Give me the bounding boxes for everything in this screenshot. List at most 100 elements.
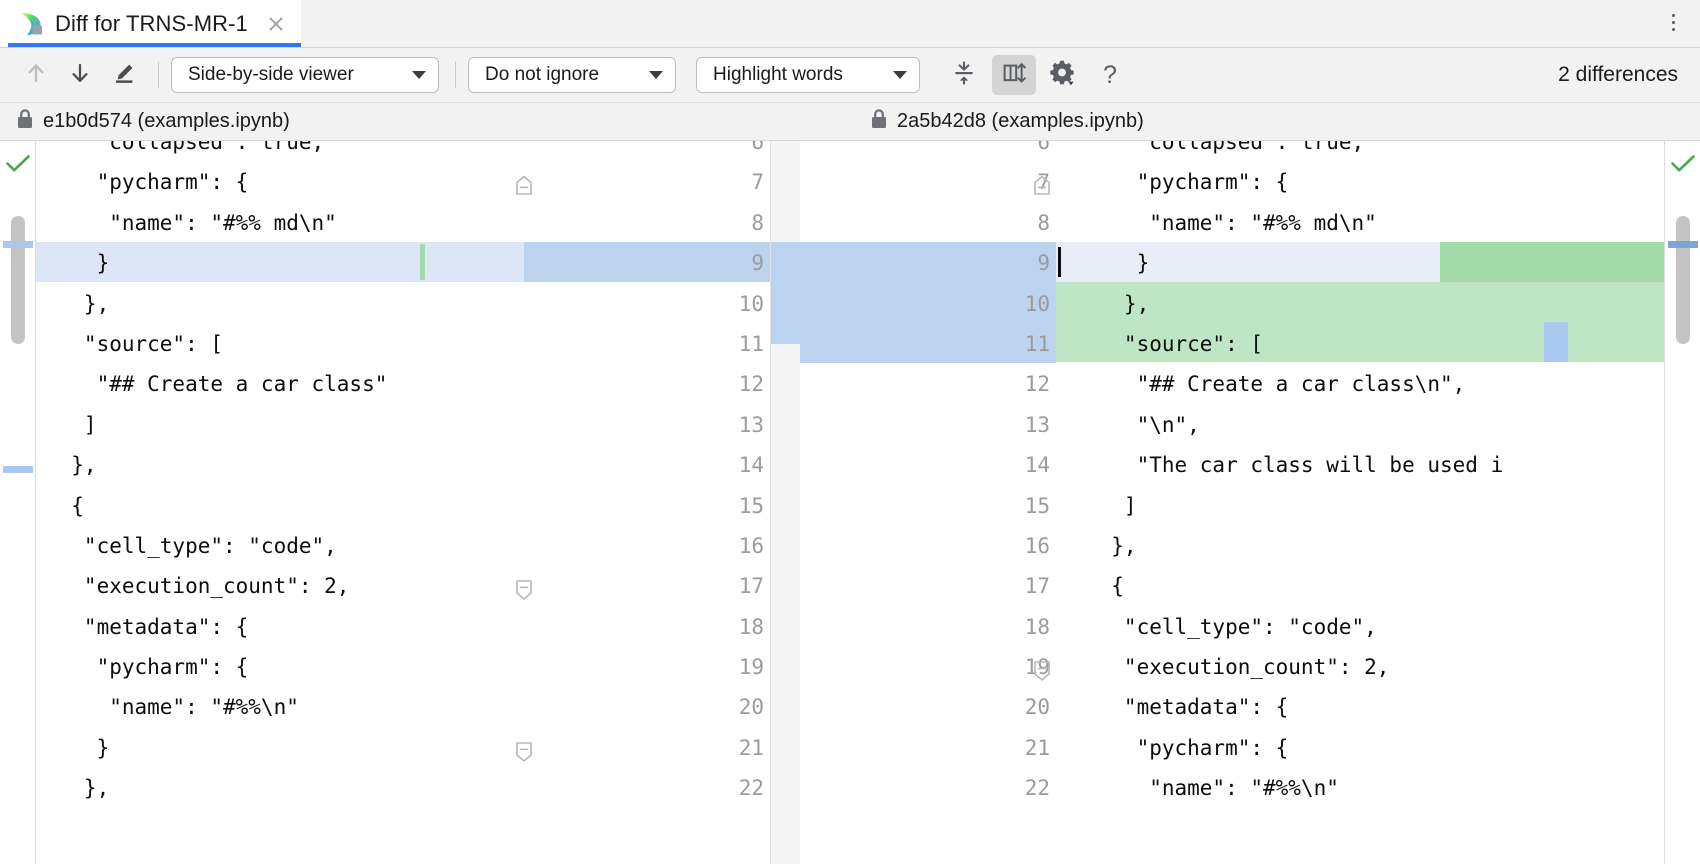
close-icon[interactable] xyxy=(265,13,287,35)
scrollbar-thumb-right[interactable] xyxy=(1676,216,1690,344)
code-line[interactable]: },10 xyxy=(0,284,800,324)
line-number: 21 xyxy=(704,728,764,768)
tab-title: Diff for TRNS-MR-1 xyxy=(55,11,248,37)
line-number: 7 xyxy=(704,162,764,202)
diff-pane-right[interactable]: "collapsed": true,6 "pycharm": {7 "name"… xyxy=(800,141,1700,864)
diff-body: "collapsed": true,6 "pycharm": { 7 "name"… xyxy=(0,141,1700,864)
code-line[interactable]: },14 xyxy=(0,445,800,485)
line-number: 10 xyxy=(704,284,764,324)
fold-collapse-top-icon[interactable] xyxy=(1032,174,1050,194)
chevron-down-icon xyxy=(649,71,663,79)
word-diff-insert-marker-left xyxy=(420,244,425,280)
diff-pane-left[interactable]: "collapsed": true,6 "pycharm": { 7 "name"… xyxy=(0,141,800,864)
code-line-added[interactable]: "\n",13 xyxy=(800,405,1700,445)
tab-bar: Diff for TRNS-MR-1 xyxy=(0,0,1700,48)
code-line[interactable]: },10 xyxy=(800,284,1700,324)
code-text: }, xyxy=(1086,526,1137,566)
code-line[interactable]: {17 xyxy=(800,566,1700,606)
fold-region-icon[interactable] xyxy=(514,579,532,599)
code-line[interactable]: "name": "#%%\n"20 xyxy=(0,687,800,727)
code-text: "pycharm": { xyxy=(46,162,248,202)
help-button[interactable]: ? xyxy=(1088,55,1132,95)
line-number: 16 xyxy=(990,526,1050,566)
collapse-unchanged-button[interactable] xyxy=(942,55,986,95)
code-line[interactable]: "cell_type": "code",18 xyxy=(800,607,1700,647)
code-text: "metadata": { xyxy=(1086,687,1288,727)
diff-marker-left-secondary[interactable] xyxy=(3,466,33,473)
synchronize-scrolling-button[interactable] xyxy=(992,55,1036,95)
code-line[interactable]: "metadata": { 18 xyxy=(0,607,800,647)
highlight-policy-dropdown[interactable]: Highlight words xyxy=(696,57,920,93)
toolbar-separator xyxy=(158,62,159,88)
code-line[interactable]: {15 xyxy=(0,486,800,526)
collapse-unchanged-fragments-icon xyxy=(950,59,978,92)
code-line[interactable]: ]13 xyxy=(0,405,800,445)
code-line[interactable]: "pycharm": {21 xyxy=(800,728,1700,768)
viewer-mode-dropdown[interactable]: Side-by-side viewer xyxy=(171,57,439,93)
code-line[interactable]: "source": [11 xyxy=(800,324,1700,364)
code-line[interactable]: "pycharm": {7 xyxy=(800,162,1700,202)
code-line[interactable]: "pycharm": { 19 xyxy=(0,647,800,687)
file-header-right-label: 2a5b42d8 (examples.ipynb) xyxy=(897,110,1144,133)
diff-gutter-left[interactable] xyxy=(0,141,36,864)
code-line[interactable]: "name": "#%% md\n"8 xyxy=(800,203,1700,243)
fold-collapse-top-icon[interactable] xyxy=(514,174,532,194)
code-line[interactable]: }9 xyxy=(0,243,800,283)
code-line[interactable]: },22 xyxy=(0,768,800,808)
file-header-left: e1b0d574 (examples.ipynb) xyxy=(0,103,850,140)
code-line[interactable]: }21 xyxy=(0,728,800,768)
fold-region-icon[interactable] xyxy=(514,741,532,761)
fold-region-icon[interactable] xyxy=(1032,660,1050,680)
code-line-modified[interactable]: "## Create a car class\n",12 xyxy=(800,364,1700,404)
code-lines-right[interactable]: "collapsed": true,6 "pycharm": {7 "name"… xyxy=(800,141,1700,809)
code-line[interactable]: ]15 xyxy=(800,486,1700,526)
code-line[interactable]: "metadata": { 20 xyxy=(800,687,1700,727)
line-number: 17 xyxy=(990,566,1050,606)
ignore-policy-dropdown[interactable]: Do not ignore xyxy=(468,57,676,93)
line-number: 20 xyxy=(990,687,1050,727)
code-line[interactable]: }, 16 xyxy=(800,526,1700,566)
more-options-icon[interactable] xyxy=(1660,6,1686,38)
code-line[interactable]: "collapsed": true,6 xyxy=(0,141,800,162)
next-difference-button[interactable] xyxy=(58,55,102,95)
diff-marker-left[interactable] xyxy=(3,241,33,248)
code-text: "The car class will be used i xyxy=(1086,445,1503,485)
file-header-left-label: e1b0d574 (examples.ipynb) xyxy=(43,110,290,133)
lock-icon xyxy=(16,108,34,135)
edit-source-button[interactable] xyxy=(102,55,146,95)
diff-gutter-right[interactable] xyxy=(1664,141,1700,864)
code-line[interactable]: "execution_count": 2,17 xyxy=(0,566,800,606)
scrollbar-thumb-left[interactable] xyxy=(11,216,25,344)
code-line-added[interactable]: "The car class will be used i 14 xyxy=(800,445,1700,485)
code-line[interactable]: "source": [11 xyxy=(0,324,800,364)
line-number: 12 xyxy=(704,364,764,404)
line-number: 11 xyxy=(704,324,764,364)
line-number: 18 xyxy=(704,607,764,647)
diff-settings-button[interactable] xyxy=(1040,55,1084,95)
previous-difference-button[interactable] xyxy=(14,55,58,95)
code-line[interactable]: "cell_type": "code",16 xyxy=(0,526,800,566)
code-text: "metadata": { xyxy=(46,607,248,647)
toolbar-separator xyxy=(455,62,456,88)
diff-marker-right[interactable] xyxy=(1668,241,1698,248)
tab-diff-trns-mr-1[interactable]: Diff for TRNS-MR-1 xyxy=(0,0,301,47)
code-text: "pycharm": { xyxy=(46,647,248,687)
code-line[interactable]: }9 xyxy=(800,243,1700,283)
chevron-down-icon xyxy=(412,71,426,79)
code-text: }, xyxy=(1086,284,1149,324)
code-lines-left[interactable]: "collapsed": true,6 "pycharm": { 7 "name"… xyxy=(0,141,800,809)
code-line[interactable]: "collapsed": true,6 xyxy=(800,141,1700,162)
code-line-modified[interactable]: "## Create a car class"12 xyxy=(0,364,800,404)
code-line[interactable]: "pycharm": { 7 xyxy=(0,162,800,202)
line-number: 14 xyxy=(990,445,1050,485)
code-line[interactable]: "name": "#%%\n"22 xyxy=(800,768,1700,808)
code-line[interactable]: "name": "#%% md\n"8 xyxy=(0,203,800,243)
line-number: 19 xyxy=(704,647,764,687)
code-line[interactable]: "execution_count": 2,19 xyxy=(800,647,1700,687)
line-number: 9 xyxy=(704,243,764,283)
code-text: "## Create a car class\n", xyxy=(1086,364,1465,404)
code-text: "pycharm": { xyxy=(1086,162,1288,202)
code-text: "source": [ xyxy=(1086,324,1263,364)
code-text: } xyxy=(1086,243,1149,283)
line-number: 8 xyxy=(704,203,764,243)
